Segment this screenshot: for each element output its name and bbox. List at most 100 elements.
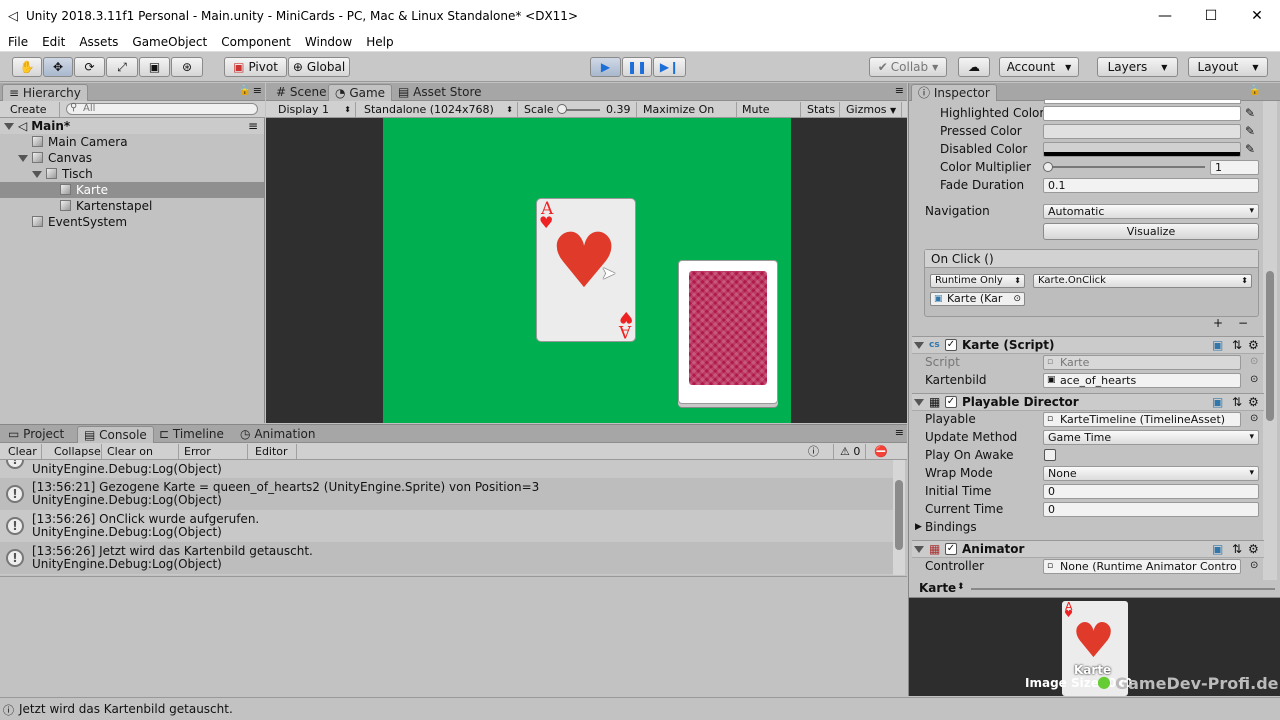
help-icon[interactable]: ▣	[1212, 394, 1223, 411]
play-button[interactable]: ▶	[590, 57, 621, 77]
menu-window[interactable]: Window	[297, 35, 358, 49]
play-on-awake-checkbox[interactable]	[1044, 449, 1056, 461]
hierarchy-item-karte[interactable]: Karte	[0, 182, 264, 198]
playable-director-header[interactable]: ▦ ✓ Playable Director ▣ ⇅ ⚙	[912, 393, 1264, 411]
resolution-select[interactable]: Standalone (1024x768) ⬍	[360, 102, 518, 117]
tab-game[interactable]: ◔ Game	[328, 84, 393, 101]
onclick-method-dropdown[interactable]: Karte.OnClick ⬍	[1033, 274, 1252, 288]
eyedropper-icon[interactable]: ✎	[1245, 140, 1255, 158]
panel-menu-icon[interactable]: ≡	[895, 84, 904, 97]
settings-icon[interactable]: ⇅	[1232, 337, 1242, 354]
stats-button[interactable]: Stats	[803, 102, 840, 117]
hierarchy-search-input[interactable]: ⚲ All	[66, 102, 258, 115]
error-filter-button[interactable]: ⛔ 0	[870, 444, 902, 473]
hierarchy-item-tisch[interactable]: Tisch	[0, 166, 264, 182]
playable-field[interactable]: ▫ KarteTimeline (TimelineAsset)	[1043, 412, 1241, 427]
pivot-button[interactable]: ▣ Pivot	[224, 57, 287, 77]
animator-header[interactable]: ▦ ✓ Animator ▣ ⇅ ⚙	[912, 540, 1264, 558]
menu-component[interactable]: Component	[213, 35, 297, 49]
scene-root-row[interactable]: ◁ Main* ≡	[0, 118, 264, 134]
log-entry[interactable]: ! [13:56:26] OnClick wurde aufgerufen. Un…	[0, 510, 896, 542]
collab-button[interactable]: ✔ Collab ▼	[869, 57, 947, 77]
help-icon[interactable]: ▣	[1212, 541, 1223, 558]
expand-icon[interactable]	[4, 123, 14, 130]
scale-slider[interactable]: Scale 0.39	[520, 102, 637, 117]
error-pause-button[interactable]: Error Pause	[180, 444, 248, 473]
tab-console[interactable]: ▤ Console	[77, 426, 154, 443]
warning-filter-button[interactable]: ⚠ 0	[836, 444, 866, 459]
hierarchy-item-eventsystem[interactable]: EventSystem	[0, 214, 264, 230]
gear-icon[interactable]: ⚙	[1248, 541, 1259, 558]
disabled-color-field[interactable]	[1043, 142, 1241, 157]
eyedropper-icon[interactable]: ✎	[1245, 122, 1255, 140]
scrollbar-thumb[interactable]	[895, 480, 903, 550]
maximize-button[interactable]: ☐	[1188, 0, 1234, 32]
expand-icon[interactable]	[914, 546, 924, 553]
clear-on-play-button[interactable]: Clear on Play	[103, 444, 179, 473]
menu-help[interactable]: Help	[358, 35, 399, 49]
menu-gameobject[interactable]: GameObject	[124, 35, 213, 49]
tab-scene[interactable]: # Scene	[270, 84, 332, 101]
console-scrollbar[interactable]	[893, 460, 905, 575]
expand-icon[interactable]	[18, 155, 28, 162]
tab-inspector[interactable]: ⓘ Inspector	[911, 84, 997, 101]
pause-button[interactable]: ❚❚	[622, 57, 652, 77]
enabled-checkbox[interactable]: ✓	[945, 543, 957, 555]
account-button[interactable]: Account ▼	[999, 57, 1079, 77]
layers-button[interactable]: Layers ▼	[1097, 57, 1178, 77]
wrap-mode-dropdown[interactable]: None	[1043, 466, 1259, 481]
menu-file[interactable]: File	[0, 35, 34, 49]
menu-edit[interactable]: Edit	[34, 35, 71, 49]
display-select[interactable]: Display 1 ⬍	[274, 102, 356, 117]
onclick-target-field[interactable]: ▣ Karte (Kar ⊙	[930, 292, 1025, 306]
layout-button[interactable]: Layout ▼	[1188, 57, 1268, 77]
expand-right-icon[interactable]: ▶	[915, 518, 922, 536]
color-multiplier-field[interactable]: 1	[1210, 160, 1259, 175]
mute-audio-button[interactable]: Mute Audio	[738, 102, 801, 131]
lock-icon[interactable]: 🔒	[239, 85, 251, 96]
menu-assets[interactable]: Assets	[71, 35, 124, 49]
expand-icon[interactable]	[914, 342, 924, 349]
object-picker-icon[interactable]: ⊙	[1250, 410, 1258, 428]
karte-script-header[interactable]: cs ✓ Karte (Script) ▣ ⇅ ⚙	[912, 336, 1264, 354]
panel-menu-icon[interactable]: ≡	[248, 118, 258, 134]
create-button[interactable]: Create ▼	[6, 102, 60, 130]
tab-animation[interactable]: ◷ Animation	[234, 426, 322, 443]
fade-duration-field[interactable]: 0.1	[1043, 178, 1259, 193]
card-ace-of-hearts[interactable]: A ♥ ♥ ♥ A ➤	[536, 198, 636, 342]
transform-tool-icon[interactable]: ⊛	[171, 57, 203, 77]
tab-project[interactable]: ▭ Project	[2, 426, 70, 443]
tab-timeline[interactable]: ⊏ Timeline	[153, 426, 230, 443]
info-filter-button[interactable]: ⓘ 4	[804, 444, 834, 473]
slider-thumb[interactable]	[557, 104, 567, 114]
step-button[interactable]: ▶❙	[653, 57, 686, 77]
hand-tool-icon[interactable]: ✋	[12, 57, 42, 77]
rotate-tool-icon[interactable]: ⟳	[74, 57, 105, 77]
add-listener-button[interactable]: +	[1213, 316, 1223, 330]
initial-time-field[interactable]: 0	[1043, 484, 1259, 499]
object-picker-icon[interactable]: ⊙	[1250, 557, 1258, 575]
tab-asset-store[interactable]: ▤ Asset Store	[392, 84, 488, 101]
preview-header[interactable]: Karte ⬍	[909, 580, 1280, 598]
slider-thumb[interactable]	[1043, 162, 1053, 172]
hierarchy-item-kartenstapel[interactable]: Kartenstapel	[0, 198, 264, 214]
object-picker-icon[interactable]: ⊙	[1013, 293, 1021, 305]
controller-field[interactable]: ▫ None (Runtime Animator Contro	[1043, 559, 1241, 574]
collapse-button[interactable]: Collapse	[50, 444, 102, 459]
maximize-on-play-button[interactable]: Maximize On Play	[639, 102, 737, 131]
help-icon[interactable]: ▣	[1212, 337, 1223, 354]
cloud-icon[interactable]: ☁	[958, 57, 990, 77]
move-tool-icon[interactable]: ✥	[43, 57, 73, 77]
minimize-button[interactable]: —	[1142, 0, 1188, 32]
gear-icon[interactable]: ⚙	[1248, 337, 1259, 354]
update-method-dropdown[interactable]: Game Time	[1043, 430, 1259, 445]
navigation-dropdown[interactable]: Automatic	[1043, 204, 1259, 219]
settings-icon[interactable]: ⇅	[1232, 394, 1242, 411]
bindings-row[interactable]: ▶ Bindings	[912, 518, 1264, 536]
clear-button[interactable]: Clear	[4, 444, 42, 459]
hierarchy-item-canvas[interactable]: Canvas	[0, 150, 264, 166]
current-time-field[interactable]: 0	[1043, 502, 1259, 517]
log-entry[interactable]: ! UnityEngine.Debug:Log(Object)	[0, 460, 896, 476]
panel-menu-icon[interactable]: ≡	[253, 84, 262, 97]
expand-icon[interactable]	[32, 171, 42, 178]
